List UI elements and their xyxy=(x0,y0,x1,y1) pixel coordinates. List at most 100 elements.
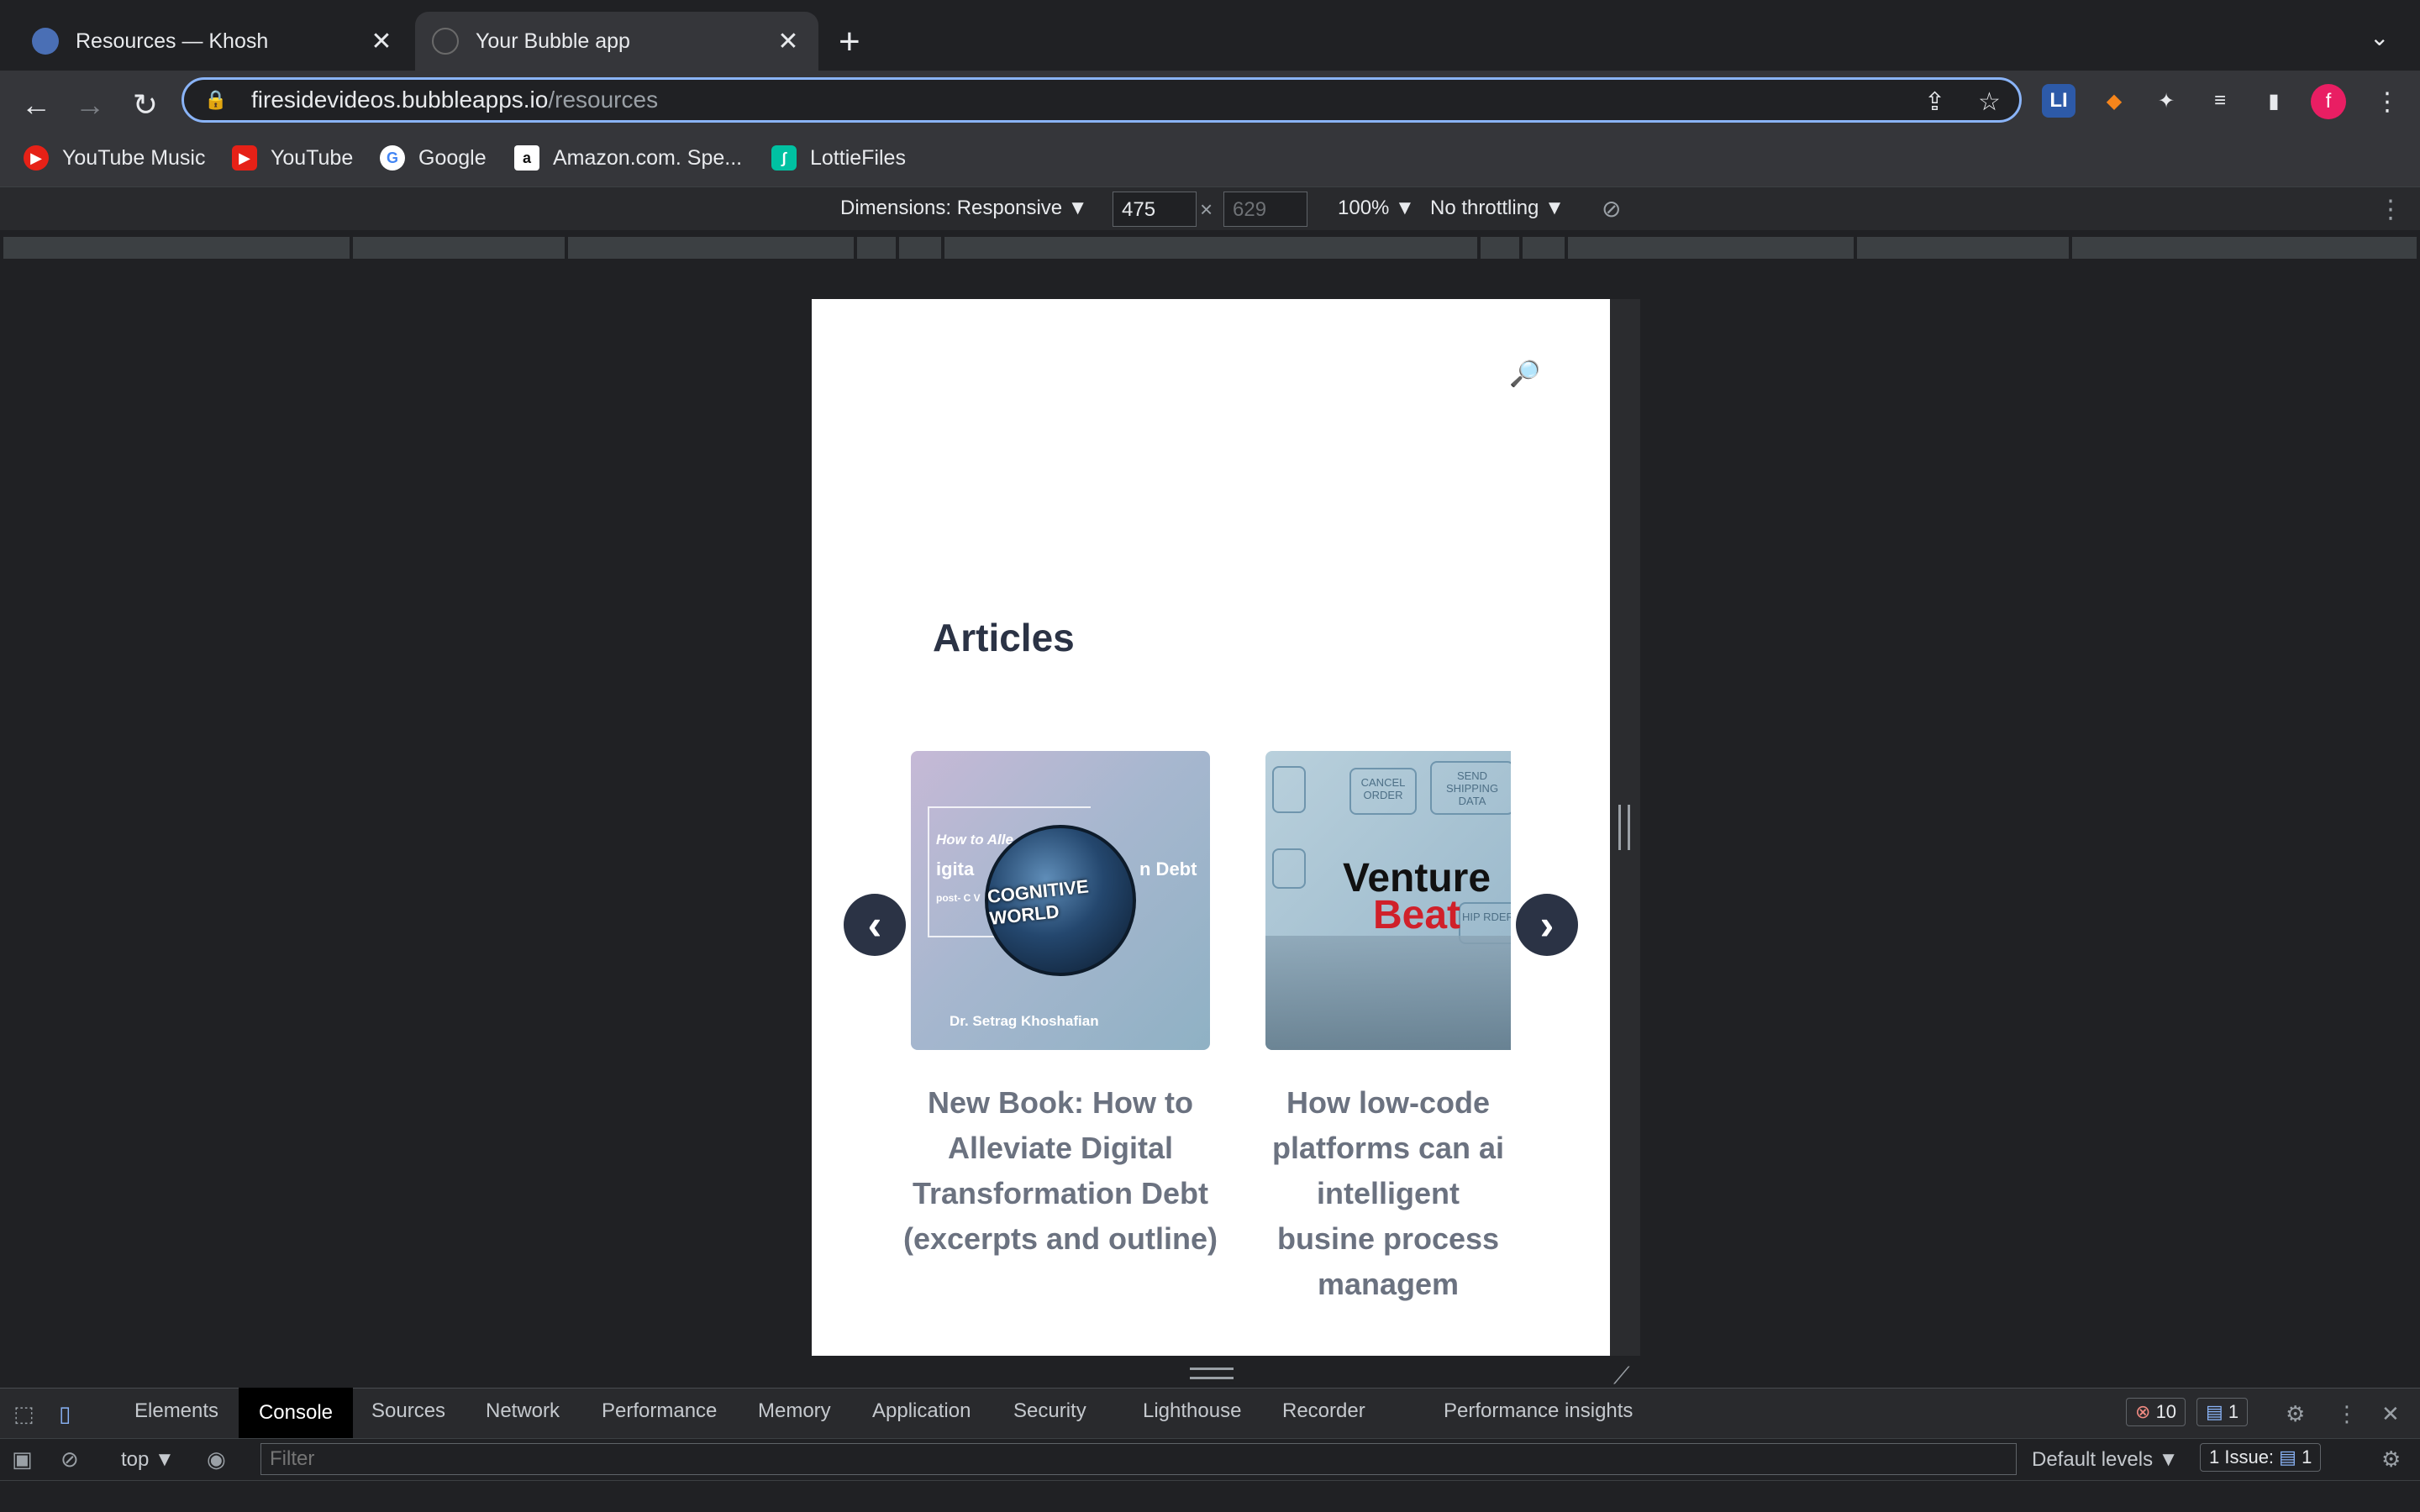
close-tab-icon[interactable]: ✕ xyxy=(368,27,395,56)
issues-badge[interactable]: 1 Issue: ▤ 1 xyxy=(2200,1443,2322,1472)
book-title-fragment: How to Alle xyxy=(936,832,1013,848)
media-query-segment[interactable] xyxy=(1857,237,2069,259)
carousel-prev-chevron-icon[interactable]: ‹ xyxy=(844,894,906,956)
device-toolbar-more-icon[interactable]: ⋮ xyxy=(2378,195,2403,224)
media-query-segment[interactable] xyxy=(1568,237,1854,259)
resize-height-handle[interactable] xyxy=(1190,1368,1234,1379)
zoom-dropdown[interactable]: 100% ▼ xyxy=(1338,197,1415,220)
media-query-segment[interactable] xyxy=(857,237,896,259)
new-tab-button[interactable]: + xyxy=(839,20,860,64)
tab-resources-khosh[interactable]: Resources — Khosh ✕ xyxy=(15,12,412,71)
tab-memory[interactable]: Memory xyxy=(758,1399,831,1423)
metamask-fox-icon[interactable]: ◆ xyxy=(2097,84,2131,118)
tab-application[interactable]: Application xyxy=(872,1399,971,1423)
tab-recorder[interactable]: Recorder xyxy=(1282,1399,1365,1423)
device-toggle-icon[interactable]: ▯ xyxy=(59,1401,71,1427)
inspect-element-icon[interactable]: ⬚ xyxy=(13,1401,34,1427)
bookmark-youtube-music[interactable]: ▶ YouTube Music xyxy=(24,141,205,175)
viewport-height-input[interactable]: 629 xyxy=(1223,192,1307,227)
tab-performance-insights[interactable]: Performance insights xyxy=(1444,1399,1633,1423)
tab-lighthouse[interactable]: Lighthouse xyxy=(1143,1399,1241,1423)
viewport-width-input[interactable]: 475 xyxy=(1113,192,1197,227)
bookmark-star-icon[interactable]: ☆ xyxy=(1978,87,2001,117)
media-query-segment[interactable] xyxy=(1481,237,1519,259)
clear-console-icon[interactable]: ⊘ xyxy=(60,1446,79,1473)
bubble-favicon-icon xyxy=(432,28,459,55)
bookmark-label: Amazon.com. Spe... xyxy=(553,145,743,170)
bookmark-label: LottieFiles xyxy=(810,145,906,170)
book-title-fragment: n Debt xyxy=(1139,858,1197,879)
bookmark-google[interactable]: G Google xyxy=(380,141,487,175)
back-arrow-icon[interactable]: ← xyxy=(15,87,57,123)
tab-security[interactable]: Security xyxy=(1013,1399,1086,1423)
forward-arrow-icon[interactable]: → xyxy=(69,87,111,123)
media-query-segment[interactable] xyxy=(899,237,941,259)
issues-count: 1 xyxy=(2302,1446,2312,1467)
tab-console[interactable]: Console xyxy=(239,1388,353,1438)
flowchart-box: SEND SHIPPING DATA xyxy=(1430,761,1511,815)
console-settings-gear-icon[interactable]: ⚙ xyxy=(2381,1446,2401,1473)
times-separator: × xyxy=(1200,197,1213,222)
extensions-puzzle-icon[interactable]: ✦ xyxy=(2149,84,2183,118)
bookmark-label: Google xyxy=(418,145,487,170)
tab-performance[interactable]: Performance xyxy=(602,1399,717,1423)
tab-bubble-app[interactable]: Your Bubble app ✕ xyxy=(415,12,818,71)
venturebeat-logo-beat: Beat xyxy=(1372,893,1461,937)
tab-elements[interactable]: Elements xyxy=(134,1399,218,1423)
side-panel-icon[interactable]: ▮ xyxy=(2257,84,2291,118)
media-query-segment[interactable] xyxy=(944,237,1477,259)
tab-sources[interactable]: Sources xyxy=(371,1399,445,1423)
media-query-segment[interactable] xyxy=(1523,237,1565,259)
close-tab-icon[interactable]: ✕ xyxy=(775,27,802,56)
devtools-settings-gear-icon[interactable]: ⚙ xyxy=(2286,1401,2305,1427)
error-icon: ⊗ xyxy=(2135,1401,2151,1422)
linkedin-extension-icon[interactable]: LI xyxy=(2042,84,2075,118)
tab-network[interactable]: Network xyxy=(486,1399,560,1423)
message-count-badge[interactable]: ▤ 1 xyxy=(2196,1398,2249,1426)
share-icon[interactable]: ⇪ xyxy=(1924,87,1945,117)
book-title-fragment: igita xyxy=(936,858,975,879)
flowchart-box xyxy=(1272,848,1306,889)
media-query-segment[interactable] xyxy=(2072,237,2417,259)
devtools-close-icon[interactable]: ✕ xyxy=(2381,1401,2400,1427)
log-levels-dropdown[interactable]: Default levels ▼ xyxy=(2032,1448,2179,1472)
tab-title: Resources — Khosh xyxy=(76,29,269,53)
media-queue-icon[interactable]: ≡ xyxy=(2203,84,2237,118)
url-path: /resources xyxy=(548,87,659,113)
dimensions-dropdown[interactable]: Dimensions: Responsive ▼ xyxy=(840,197,1088,220)
amazon-icon: a xyxy=(514,145,539,171)
emulated-viewport: 🔎 Articles How to Alle igita n Debt post… xyxy=(812,299,1610,1356)
bookmark-label: YouTube Music xyxy=(62,145,206,170)
keyboard-hands-photo xyxy=(1265,936,1511,1050)
bookmark-youtube[interactable]: ▶ YouTube xyxy=(232,141,353,175)
error-count-badge[interactable]: ⊗ 10 xyxy=(2126,1398,2186,1426)
bookmark-lottiefiles[interactable]: ∫ LottieFiles xyxy=(771,141,906,175)
context-selector[interactable]: top ▼ xyxy=(121,1448,175,1472)
article-title[interactable]: New Book: How to Alleviate Digital Trans… xyxy=(899,1080,1222,1262)
resize-width-handle[interactable] xyxy=(1618,805,1630,850)
khosh-favicon-icon xyxy=(32,28,59,55)
youtube-music-icon: ▶ xyxy=(24,145,49,171)
profile-avatar[interactable]: f xyxy=(2311,84,2346,119)
article-card-image[interactable]: CANCEL ORDER SEND SHIPPING DATA HIP RDER… xyxy=(1265,751,1511,1050)
rotate-icon[interactable]: ⊘ xyxy=(1602,195,1621,223)
reload-icon[interactable]: ↻ xyxy=(124,87,166,123)
resize-corner-icon[interactable]: ⟋ xyxy=(1613,1362,1630,1390)
tab-search-chevron-icon[interactable]: ⌄ xyxy=(2370,24,2389,51)
console-sidebar-icon[interactable]: ▣ xyxy=(12,1446,33,1473)
browser-menu-icon[interactable]: ⋮ xyxy=(2375,87,2400,117)
carousel-next-chevron-icon[interactable]: › xyxy=(1516,894,1578,956)
article-title[interactable]: How low-code platforms can ai intelligen… xyxy=(1265,1080,1511,1307)
throttling-dropdown[interactable]: No throttling ▼ xyxy=(1430,197,1565,220)
media-query-segment[interactable] xyxy=(568,237,854,259)
media-query-segment[interactable] xyxy=(353,237,565,259)
media-query-segment[interactable] xyxy=(3,237,350,259)
address-bar[interactable]: 🔒 firesidevideos.bubbleapps.io/resources xyxy=(182,77,2022,123)
search-icon[interactable]: 🔎 xyxy=(1509,360,1540,389)
devtools-more-icon[interactable]: ⋮ xyxy=(2336,1401,2358,1427)
error-count: 10 xyxy=(2155,1401,2177,1422)
bookmark-amazon[interactable]: a Amazon.com. Spe... xyxy=(514,141,742,175)
console-filter-input[interactable] xyxy=(260,1443,2017,1475)
article-card-image[interactable]: How to Alle igita n Debt post- C V COGNI… xyxy=(911,751,1210,1050)
live-expression-eye-icon[interactable]: ◉ xyxy=(207,1446,226,1473)
